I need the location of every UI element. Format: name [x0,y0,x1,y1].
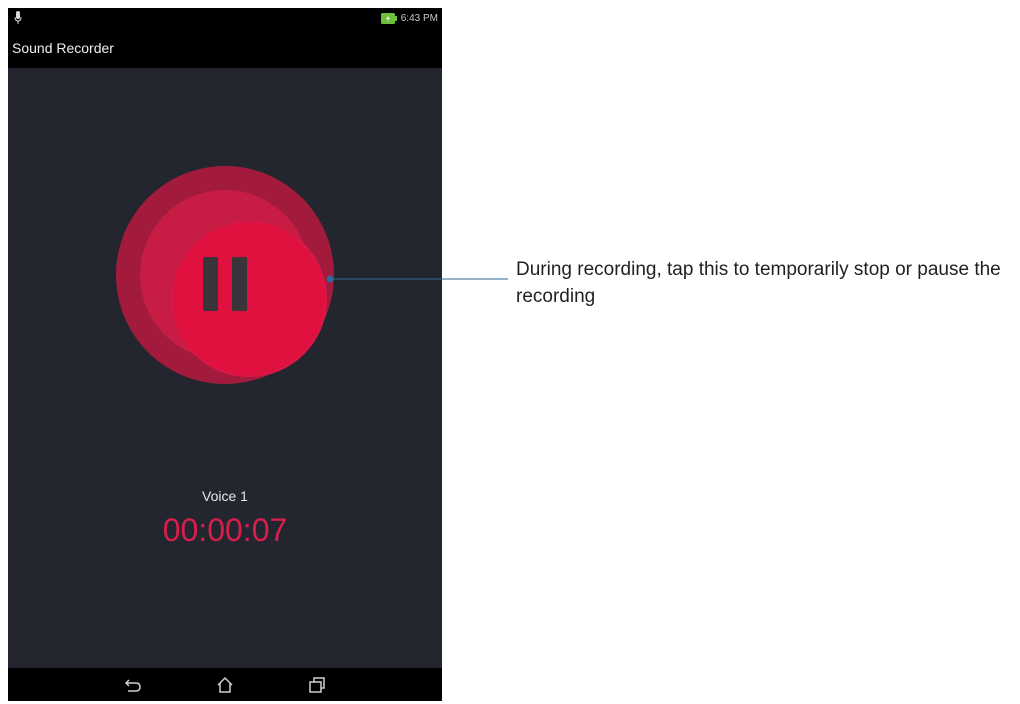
back-icon[interactable] [122,674,144,696]
battery-charging-icon [380,12,397,24]
record-ring-inner [171,221,327,377]
recording-name: Voice 1 [202,488,248,504]
nav-bar [8,668,442,701]
app-title: Sound Recorder [12,40,114,56]
callout-text: During recording, tap this to temporaril… [516,259,1001,307]
pause-record-button[interactable] [116,166,334,384]
app-bar: Sound Recorder [8,28,442,68]
pause-bar-left [203,257,218,311]
mic-icon [14,11,22,24]
phone-screen: 6:43 PM Sound Recorder Voice 1 00:00:07 [8,8,442,701]
pause-bar-right [232,257,247,311]
recent-apps-icon[interactable] [306,674,328,696]
page: 6:43 PM Sound Recorder Voice 1 00:00:07 [0,0,1020,704]
status-right: 6:43 PM [380,10,438,26]
home-icon[interactable] [214,674,236,696]
pause-icon [203,257,247,311]
recording-timer: 00:00:07 [162,512,288,548]
status-bar: 6:43 PM [8,8,442,28]
status-time: 6:43 PM [400,12,438,24]
